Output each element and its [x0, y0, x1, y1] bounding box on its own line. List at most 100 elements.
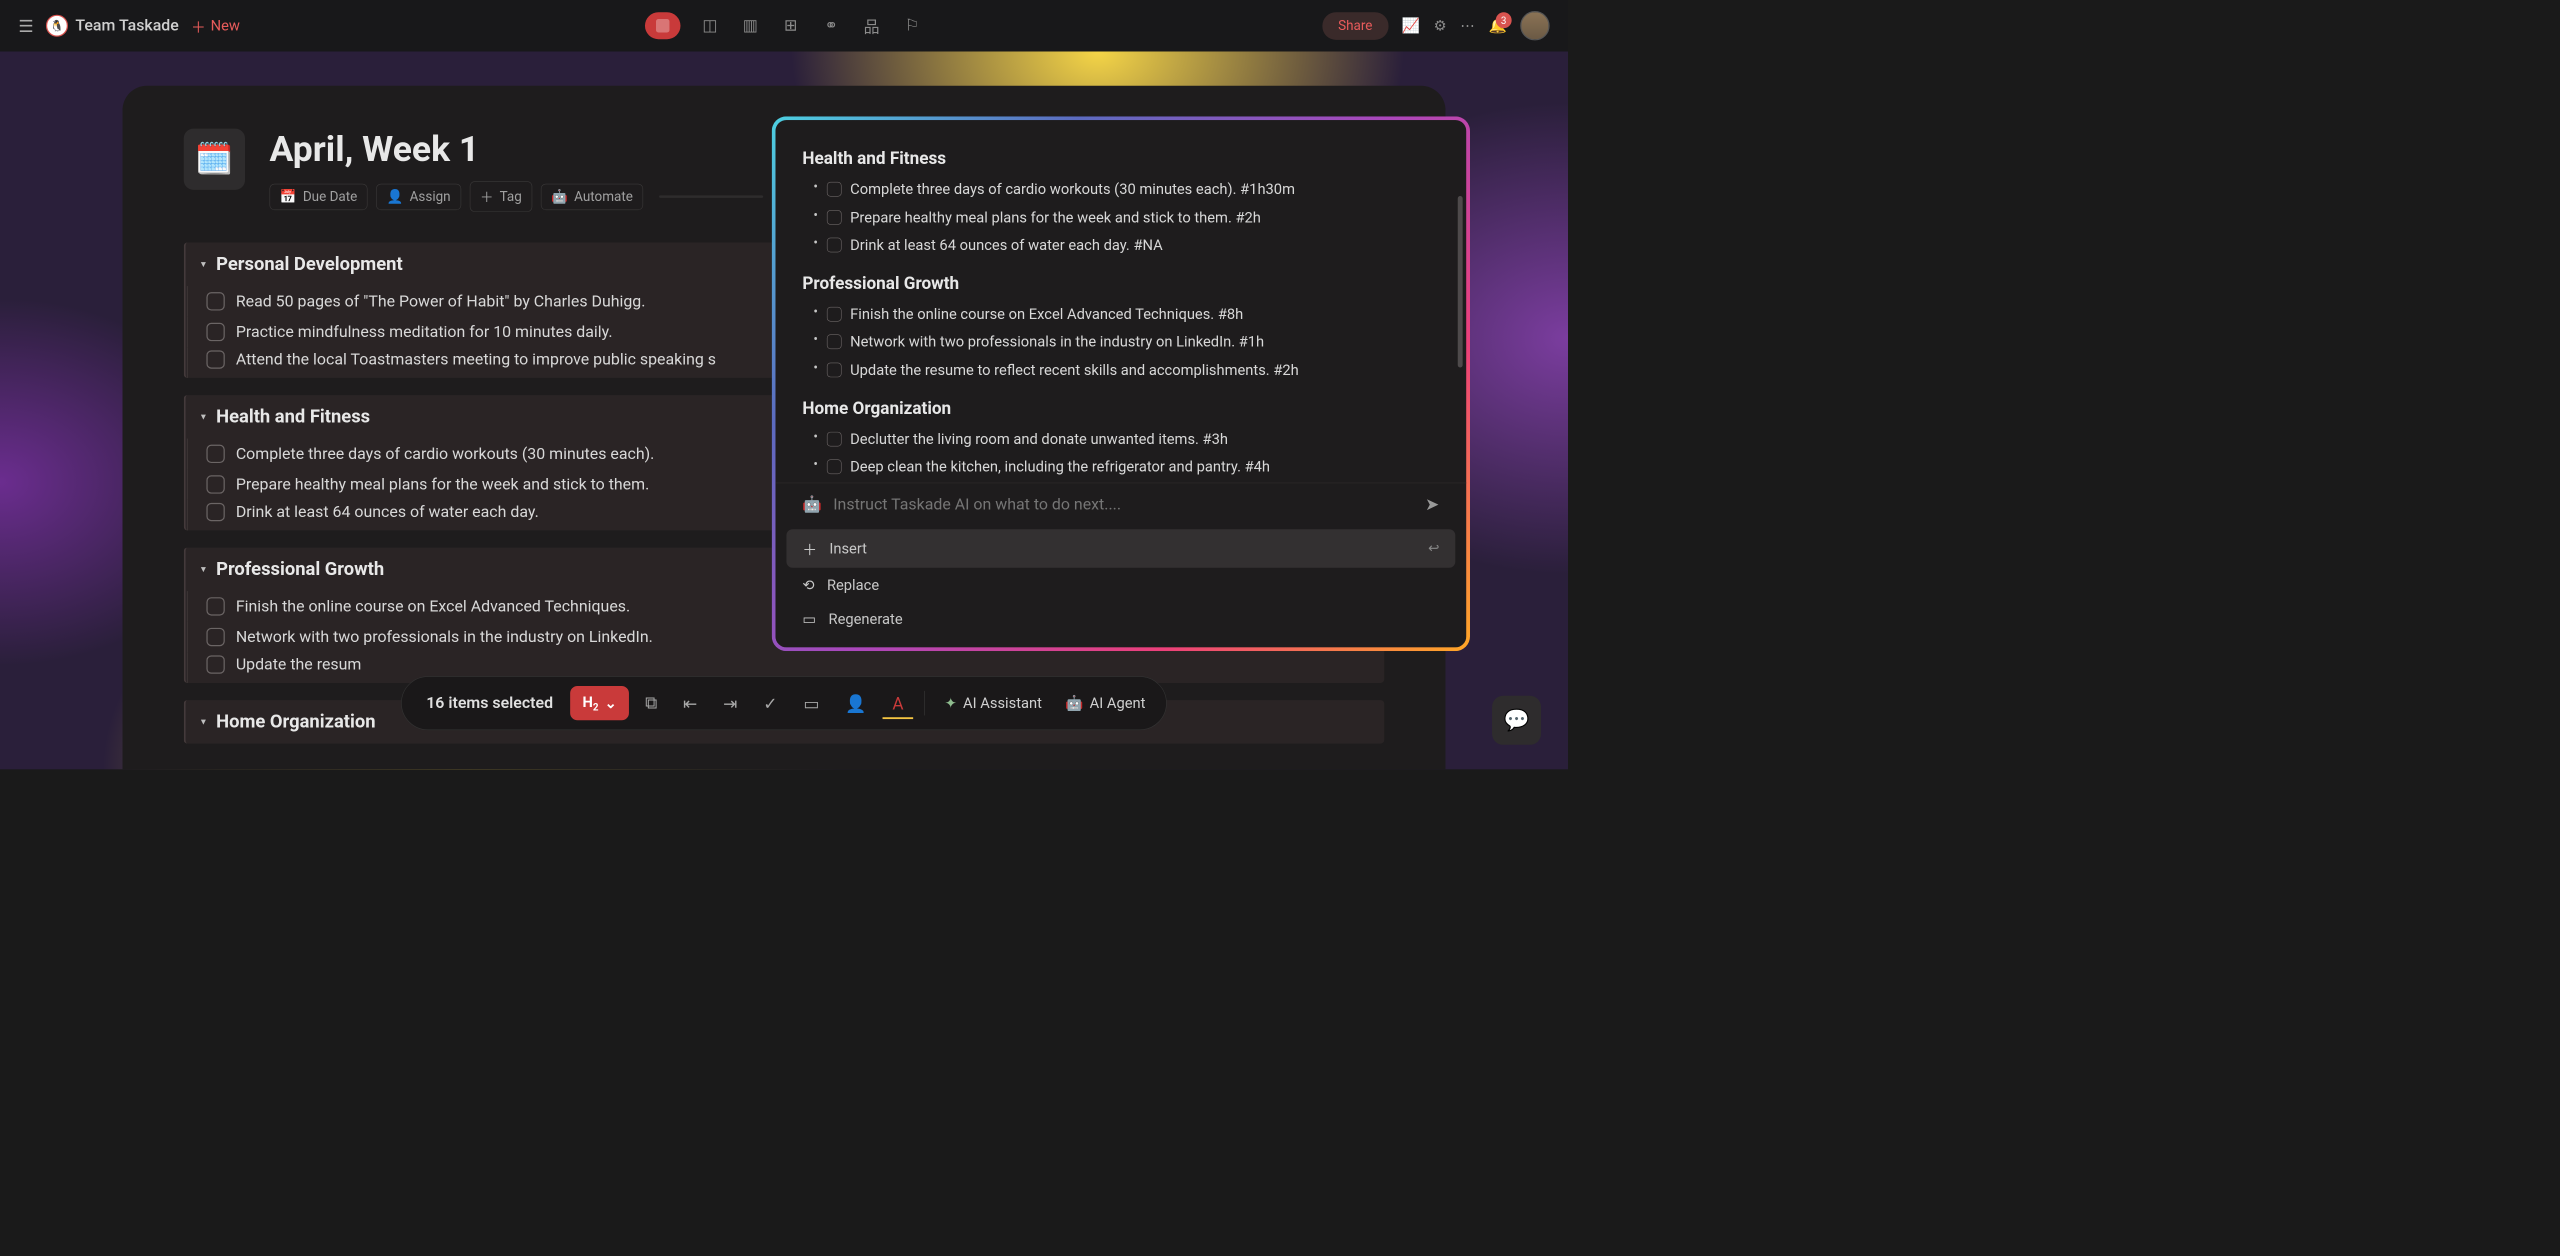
due-date-chip[interactable]: 📅Due Date: [270, 183, 368, 209]
ai-regenerate-action[interactable]: ▭ Regenerate: [786, 602, 1455, 636]
ai-agent-label: AI Agent: [1090, 695, 1146, 712]
notifications-icon[interactable]: 🔔3: [1488, 17, 1506, 34]
ai-agent-button[interactable]: 🤖AI Agent: [1057, 688, 1154, 717]
meta-divider: [659, 195, 763, 197]
ai-item-text: Declutter the living room and donate unw…: [850, 429, 1228, 450]
enter-key-hint: ↩: [1428, 541, 1439, 556]
robot-icon: 🤖: [802, 495, 822, 513]
ai-suggestion-item[interactable]: Deep clean the kitchen, including the re…: [802, 453, 1439, 477]
task-checkbox[interactable]: [206, 503, 224, 521]
ai-suggestion-item[interactable]: Update the resume to reflect recent skil…: [802, 356, 1439, 384]
sparkle-icon: ✦: [945, 695, 957, 712]
regenerate-icon: ▭: [802, 611, 816, 628]
ai-item-text: Finish the online course on Excel Advanc…: [850, 304, 1243, 325]
ai-instruction-input[interactable]: [833, 495, 1414, 513]
view-calendar-icon[interactable]: ▥: [739, 15, 761, 37]
task-checkbox[interactable]: [206, 350, 224, 368]
scrollbar[interactable]: [1458, 196, 1463, 368]
ai-item-checkbox[interactable]: [827, 307, 842, 322]
ai-item-checkbox[interactable]: [827, 432, 842, 447]
ai-suggestion-item[interactable]: Network with two professionals in the in…: [802, 329, 1439, 357]
ai-suggestion-item[interactable]: Complete three days of cardio workouts (…: [802, 176, 1439, 204]
share-button[interactable]: Share: [1322, 12, 1388, 40]
task-checkbox[interactable]: [206, 445, 224, 463]
ai-suggestion-item[interactable]: Drink at least 64 ounces of water each d…: [802, 232, 1439, 260]
task-checkbox[interactable]: [206, 323, 224, 341]
assign-chip[interactable]: 👤Assign: [376, 183, 461, 209]
indent-icon[interactable]: ⇥: [713, 687, 747, 719]
selection-count: 16 items selected: [426, 694, 553, 712]
view-list-button[interactable]: [645, 12, 681, 39]
caret-down-icon: ▼: [199, 564, 207, 574]
ai-suggestion-item[interactable]: Declutter the living room and donate unw…: [802, 425, 1439, 453]
send-icon[interactable]: ➤: [1425, 494, 1439, 514]
caret-down-icon: ▼: [199, 259, 207, 269]
user-avatar[interactable]: [1520, 11, 1549, 40]
view-mindmap-icon[interactable]: ⚭: [820, 15, 842, 37]
ai-suggestion-item[interactable]: Prepare healthy meal plans for the week …: [802, 204, 1439, 232]
ai-item-checkbox[interactable]: [827, 363, 842, 378]
ai-suggestions-list[interactable]: Health and Fitness Complete three days of…: [775, 135, 1466, 478]
ai-item-text: Drink at least 64 ounces of water each d…: [850, 235, 1163, 256]
task-checkbox[interactable]: [206, 628, 224, 646]
activity-icon[interactable]: 📈: [1402, 17, 1420, 34]
text-color-icon[interactable]: A: [883, 687, 914, 719]
outdent-icon[interactable]: ⇤: [673, 687, 707, 719]
new-button[interactable]: ＋ New: [191, 15, 240, 36]
more-icon[interactable]: ⋯: [1460, 17, 1475, 34]
ai-assistant-button[interactable]: ✦AI Assistant: [936, 688, 1050, 717]
selection-toolbar: 16 items selected H2⌄ ⧉ ⇤ ⇥ ✓ ▭ 👤 A ✦AI …: [401, 676, 1167, 730]
menu-icon[interactable]: ☰: [18, 16, 33, 36]
copy-icon[interactable]: ⧉: [635, 687, 667, 720]
ai-section-title: Home Organization: [802, 398, 1439, 418]
team-name: Team Taskade: [75, 17, 178, 35]
top-bar: ☰ 🐧 Team Taskade ＋ New ◫ ▥ ⊞ ⚭ 品 ⚐ Share…: [0, 0, 1568, 51]
settings-icon[interactable]: ⚙: [1434, 17, 1447, 34]
view-action-icon[interactable]: ⚐: [901, 15, 923, 37]
replace-icon: ⟲: [802, 576, 814, 593]
view-orgchart-icon[interactable]: 品: [861, 15, 883, 37]
assign-icon[interactable]: 👤: [835, 687, 876, 719]
ai-section-title: Health and Fitness: [802, 148, 1439, 168]
automate-chip[interactable]: 🤖Automate: [541, 183, 644, 209]
ai-item-text: Complete three days of cardio workouts (…: [850, 179, 1295, 200]
task-checkbox[interactable]: [206, 292, 224, 310]
ai-item-checkbox[interactable]: [827, 238, 842, 253]
task-text: Read 50 pages of "The Power of Habit" by…: [236, 292, 646, 310]
task-text: Finish the online course on Excel Advanc…: [236, 597, 630, 615]
task-text: Complete three days of cardio workouts (…: [236, 445, 655, 463]
view-switcher: ◫ ▥ ⊞ ⚭ 品 ⚐: [645, 12, 923, 39]
ai-input-row: 🤖 ➤: [775, 483, 1466, 522]
separator: [924, 691, 925, 716]
chevron-down-icon: ⌄: [605, 695, 617, 712]
task-checkbox[interactable]: [206, 655, 224, 673]
team-avatar-icon: 🐧: [46, 15, 68, 37]
due-date-label: Due Date: [303, 189, 357, 204]
robot-icon: 🤖: [551, 189, 568, 204]
ai-item-checkbox[interactable]: [827, 210, 842, 225]
view-table-icon[interactable]: ⊞: [780, 15, 802, 37]
complete-icon[interactable]: ✓: [753, 687, 787, 719]
tag-chip[interactable]: ＋Tag: [470, 181, 533, 212]
section-title: Professional Growth: [216, 559, 384, 580]
caret-down-icon: ▼: [199, 717, 207, 727]
task-text: Attend the local Toastmasters meeting to…: [236, 350, 716, 368]
team-badge[interactable]: 🐧 Team Taskade: [46, 15, 179, 37]
ai-item-text: Deep clean the kitchen, including the re…: [850, 457, 1270, 478]
ai-item-checkbox[interactable]: [827, 335, 842, 350]
chat-fab[interactable]: 💬: [1492, 696, 1541, 745]
ai-replace-action[interactable]: ⟲ Replace: [786, 568, 1455, 602]
ai-item-checkbox[interactable]: [827, 182, 842, 197]
replace-label: Replace: [827, 576, 879, 593]
heading-dropdown[interactable]: H2⌄: [570, 686, 629, 720]
task-text: Network with two professionals in the in…: [236, 628, 653, 646]
notif-badge: 3: [1496, 12, 1512, 28]
view-board-icon[interactable]: ◫: [699, 15, 721, 37]
task-checkbox[interactable]: [206, 475, 224, 493]
date-icon[interactable]: ▭: [794, 687, 830, 719]
document-icon[interactable]: 🗓️: [184, 129, 245, 190]
ai-insert-action[interactable]: ＋ Insert ↩: [786, 529, 1455, 568]
ai-item-checkbox[interactable]: [827, 459, 842, 474]
ai-suggestion-item[interactable]: Finish the online course on Excel Advanc…: [802, 301, 1439, 329]
task-checkbox[interactable]: [206, 597, 224, 615]
